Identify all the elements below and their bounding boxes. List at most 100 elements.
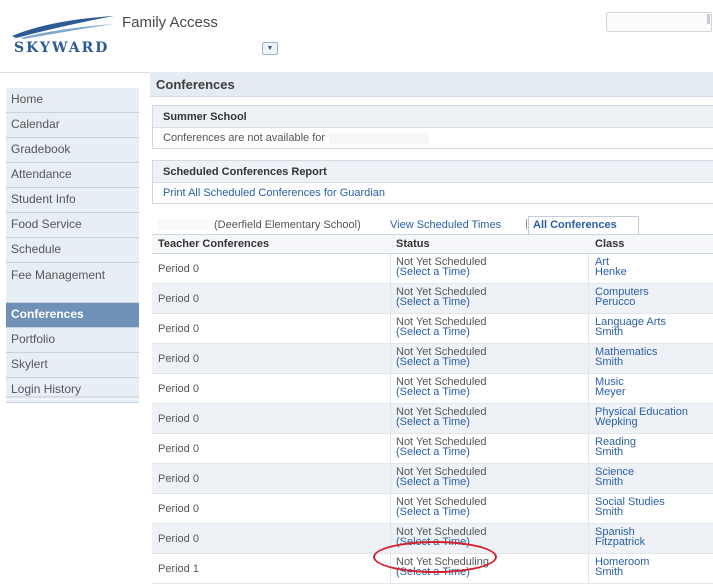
table-row: Period 0 Not Yet Scheduled (Select a Time)…: [152, 404, 713, 434]
class-cell[interactable]: Art Henke: [595, 257, 627, 278]
teacher-name-link[interactable]: Smith: [595, 567, 649, 578]
all-conferences-link[interactable]: All Conferences: [533, 219, 617, 231]
class-cell[interactable]: Homeroom Smith: [595, 557, 649, 578]
select-time-link[interactable]: (Select a Time): [396, 447, 487, 458]
column-header-teacher: Teacher Conferences: [158, 238, 270, 250]
status-cell: Not Yet Scheduled (Select a Time): [396, 287, 487, 308]
scheduled-report-panel: Scheduled Conferences Report Print All S…: [152, 160, 713, 204]
teacher-name-link[interactable]: Henke: [595, 267, 627, 278]
class-cell[interactable]: Spanish Fitzpatrick: [595, 527, 645, 548]
sidebar-item-calendar[interactable]: Calendar: [6, 113, 139, 138]
period-cell: Period 0: [158, 383, 199, 395]
sidebar-item-food-service[interactable]: Food Service: [6, 213, 139, 238]
top-search-box[interactable]: [606, 12, 712, 32]
sidebar-item-skylert[interactable]: Skylert: [6, 353, 139, 378]
teacher-name-link[interactable]: Fitzpatrick: [595, 537, 645, 548]
status-cell: Not Yet Scheduled (Select a Time): [396, 497, 487, 518]
select-time-link[interactable]: (Select a Time): [396, 417, 487, 428]
student-select[interactable]: ▼: [262, 42, 278, 55]
teacher-name-link[interactable]: Meyer: [595, 387, 626, 398]
class-cell[interactable]: Social Studies Smith: [595, 497, 665, 518]
period-cell: Period 0: [158, 533, 199, 545]
sidebar-item-student-info[interactable]: Student Info: [6, 188, 139, 213]
select-time-link[interactable]: (Select a Time): [396, 267, 487, 278]
class-cell[interactable]: Computers Perucco: [595, 287, 649, 308]
student-name-redacted: [158, 219, 208, 230]
scheduled-report-title: Scheduled Conferences Report: [153, 161, 713, 183]
status-cell: Not Yet Scheduled (Select a Time): [396, 407, 487, 428]
select-time-link[interactable]: (Select a Time): [396, 357, 487, 368]
column-divider: [588, 344, 589, 373]
period-cell: Period 0: [158, 293, 199, 305]
print-all-conferences-link[interactable]: Print All Scheduled Conferences for Guar…: [163, 187, 385, 199]
summer-school-message: Conferences are not available for: [163, 132, 326, 144]
teacher-name-link[interactable]: Smith: [595, 327, 666, 338]
class-cell[interactable]: Physical Education Wepking: [595, 407, 688, 428]
column-divider: [390, 464, 391, 493]
sidebar-item-home[interactable]: Home: [6, 88, 139, 113]
status-cell: Not Yet Scheduled (Select a Time): [396, 317, 487, 338]
column-divider: [390, 344, 391, 373]
view-scheduled-times-link[interactable]: View Scheduled Times: [390, 219, 501, 231]
class-cell[interactable]: Language Arts Smith: [595, 317, 666, 338]
sidebar-item-schedule[interactable]: Schedule: [6, 238, 139, 263]
column-divider: [588, 254, 589, 283]
period-cell: Period 0: [158, 503, 199, 515]
teacher-name-link[interactable]: Smith: [595, 477, 634, 488]
app-title: Family Access: [122, 14, 218, 31]
table-body: Period 0 Not Yet Scheduled (Select a Time)…: [152, 254, 713, 584]
class-cell[interactable]: Reading Smith: [595, 437, 636, 458]
select-time-link[interactable]: (Select a Time): [396, 387, 487, 398]
select-time-link[interactable]: (Select a Time): [396, 477, 487, 488]
sidebar-item-gradebook[interactable]: Gradebook: [6, 138, 139, 163]
sidebar-item-attendance[interactable]: Attendance: [6, 163, 139, 188]
teacher-name-link[interactable]: Smith: [595, 357, 657, 368]
highlight-annotation: [373, 541, 497, 573]
column-divider: [390, 374, 391, 403]
period-cell: Period 0: [158, 413, 199, 425]
summer-school-panel: Summer School Conferences are not availa…: [152, 105, 713, 149]
sidebar-item-fee-management[interactable]: Fee Management: [6, 263, 139, 303]
column-divider: [390, 434, 391, 463]
class-name-link[interactable]: Homeroom: [595, 557, 649, 568]
period-cell: Period 0: [158, 473, 199, 485]
status-cell: Not Yet Scheduled (Select a Time): [396, 437, 487, 458]
table-row: Period 0 Not Yet Scheduled (Select a Time)…: [152, 344, 713, 374]
column-divider: [390, 494, 391, 523]
school-name: (Deerfield Elementary School): [214, 219, 361, 231]
swoosh-icon: [12, 16, 114, 39]
summer-school-title: Summer School: [153, 106, 713, 128]
teacher-name-link[interactable]: Perucco: [595, 297, 649, 308]
class-cell[interactable]: Music Meyer: [595, 377, 626, 398]
select-time-link[interactable]: (Select a Time): [396, 507, 487, 518]
teacher-name-link[interactable]: Wepking: [595, 417, 688, 428]
table-row: Period 0 Not Yet Scheduled (Select a Time)…: [152, 314, 713, 344]
teacher-name-link[interactable]: Smith: [595, 447, 636, 458]
skyward-logo[interactable]: SKYWARD: [10, 14, 118, 58]
period-cell: Period 0: [158, 263, 199, 275]
teacher-name-link[interactable]: Smith: [595, 507, 665, 518]
select-time-link[interactable]: (Select a Time): [396, 327, 487, 338]
period-cell: Period 0: [158, 443, 199, 455]
column-header-status: Status: [396, 238, 430, 250]
column-divider: [588, 434, 589, 463]
class-cell[interactable]: Mathematics Smith: [595, 347, 657, 368]
period-cell: Period 0: [158, 353, 199, 365]
page-title: Conferences: [156, 77, 235, 92]
select-time-link[interactable]: (Select a Time): [396, 297, 487, 308]
class-cell[interactable]: Science Smith: [595, 467, 634, 488]
summer-school-message-row: Conferences are not available for: [153, 128, 713, 148]
sidebar-item-conferences[interactable]: Conferences: [6, 303, 139, 328]
status-cell: Not Yet Scheduled (Select a Time): [396, 377, 487, 398]
scheduled-report-body: Print All Scheduled Conferences for Guar…: [153, 183, 713, 203]
column-divider: [588, 524, 589, 553]
table-row: Period 0 Not Yet Scheduled (Select a Time)…: [152, 374, 713, 404]
logo-text: SKYWARD: [14, 40, 110, 56]
column-divider: [588, 554, 589, 583]
column-divider: [588, 464, 589, 493]
conferences-table: Teacher Conferences Status Class Period …: [152, 234, 713, 584]
table-row: Period 0 Not Yet Scheduled (Select a Time)…: [152, 284, 713, 314]
period-cell: Period 0: [158, 323, 199, 335]
sidebar-item-portfolio[interactable]: Portfolio: [6, 328, 139, 353]
column-divider: [588, 314, 589, 343]
